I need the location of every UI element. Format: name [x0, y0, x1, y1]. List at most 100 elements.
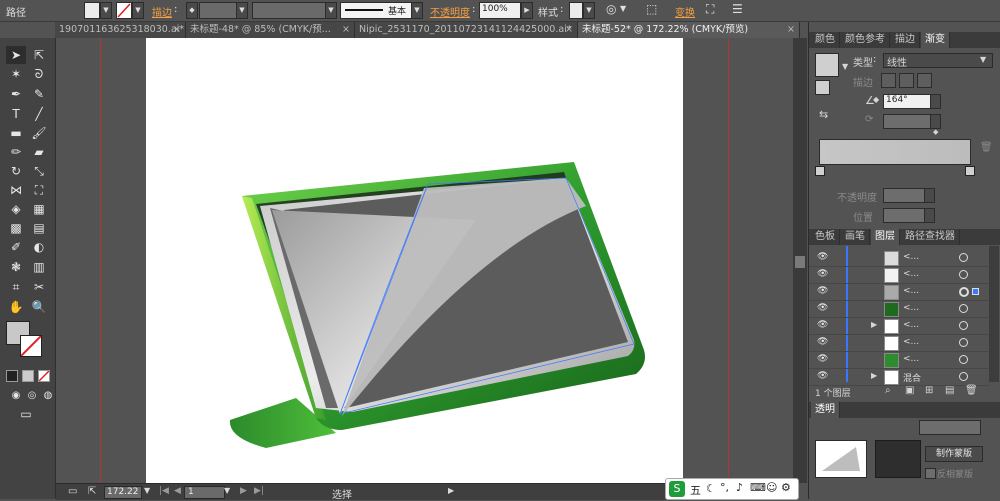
stroke-label[interactable]: 描边 — [152, 4, 172, 19]
stroke-dropdown[interactable]: ▼ — [132, 2, 144, 19]
stroke-along-icon[interactable] — [899, 73, 914, 88]
stop-location-dropdown[interactable] — [924, 208, 935, 223]
eraser-tool-icon[interactable]: ▰ — [29, 143, 49, 161]
stroke-within-icon[interactable] — [881, 73, 896, 88]
last-artboard-icon[interactable]: ▶| — [254, 486, 264, 496]
zoom-dropdown-icon[interactable]: ▼ — [144, 486, 150, 495]
angle-field[interactable]: 164° — [883, 94, 931, 109]
tab-document-1[interactable]: 190701163625318030.ai* × — [55, 22, 186, 38]
line-tool-icon[interactable]: ╱ — [29, 105, 49, 123]
angle-dropdown[interactable] — [930, 94, 941, 109]
rectangle-tool-icon[interactable]: ▬ — [6, 124, 26, 142]
visibility-eye-icon[interactable]: 👁 — [817, 252, 828, 262]
tab-document-2[interactable]: 未标题-48* @ 85% (CMYK/预... × — [186, 22, 355, 38]
expand-triangle-icon[interactable]: ▶ — [871, 371, 877, 380]
visibility-eye-icon[interactable]: 👁 — [817, 320, 828, 330]
target-circle-icon[interactable] — [959, 287, 969, 297]
tab-brushes[interactable]: 画笔 — [841, 229, 870, 245]
status-menu-icon[interactable]: ▶ — [448, 486, 454, 495]
close-icon[interactable]: × — [787, 22, 795, 38]
opacity-dropdown[interactable]: ▶ — [521, 2, 533, 19]
angle-stepper-icon[interactable]: ◆ — [873, 95, 879, 104]
visibility-eye-icon[interactable]: 👁 — [817, 337, 828, 347]
visibility-eye-icon[interactable]: 👁 — [817, 354, 828, 364]
layer-row[interactable]: 👁 ▶ <... — [809, 318, 989, 335]
curvature-tool-icon[interactable]: ✎ — [29, 85, 49, 103]
zoom-tool-icon[interactable]: 🔍 — [29, 298, 49, 316]
gradient-stop-left[interactable] — [815, 166, 825, 176]
opacity-label[interactable]: 不透明度 — [430, 4, 470, 19]
shape-builder-tool-icon[interactable]: ◈ — [6, 200, 26, 218]
tab-stroke[interactable]: 描边 — [891, 32, 920, 48]
type-tool-icon[interactable]: T — [6, 105, 26, 123]
layer-row[interactable]: 👁 ▶ 混合 — [809, 369, 989, 386]
transform-label[interactable]: 变换 — [675, 4, 695, 19]
ime-keyboard-icon[interactable]: ⌨ — [750, 481, 766, 494]
target-circle-icon[interactable] — [959, 270, 968, 279]
free-transform-tool-icon[interactable]: ⛶ — [29, 181, 49, 199]
target-circle-icon[interactable] — [959, 338, 968, 347]
tab-color-guide[interactable]: 颜色参考 — [841, 32, 890, 48]
lasso-tool-icon[interactable]: ᘐ — [29, 65, 49, 83]
tab-gradient[interactable]: 渐变 — [921, 32, 950, 48]
ime-moon-icon[interactable]: ☾ — [706, 482, 716, 495]
paintbrush-tool-icon[interactable]: 🖌 — [29, 124, 49, 142]
artboard-tool-icon[interactable]: ⌗ — [6, 278, 26, 296]
eyedropper-tool-icon[interactable]: ✐ — [6, 238, 26, 256]
document-info-icon[interactable]: ▭ — [68, 486, 77, 497]
ime-tools-icon[interactable]: ⚙ — [781, 481, 791, 494]
panel-menu-icon[interactable]: ☰ — [732, 2, 743, 16]
visibility-eye-icon[interactable]: 👁 — [817, 286, 828, 296]
selection-indicator[interactable] — [972, 288, 979, 295]
recolor-artwork-icon[interactable]: ◎ — [606, 2, 616, 16]
vertical-scrollbar[interactable] — [793, 38, 807, 483]
target-circle-icon[interactable] — [959, 304, 968, 313]
none-mode-icon[interactable] — [38, 370, 50, 382]
pencil-tool-icon[interactable]: ✏ — [6, 143, 26, 161]
tab-transparency[interactable]: 透明 — [811, 402, 840, 418]
midpoint-diamond-icon[interactable]: ◆ — [933, 128, 938, 136]
artboard[interactable] — [146, 38, 683, 483]
target-circle-icon[interactable] — [959, 372, 968, 381]
stop-location-field[interactable] — [883, 208, 925, 223]
opacity-field[interactable]: 100% — [479, 2, 521, 19]
gradient-preview-swatch[interactable] — [815, 53, 839, 77]
invert-mask-checkbox[interactable] — [925, 468, 936, 479]
transparency-opacity-field[interactable] — [919, 420, 981, 435]
first-artboard-icon[interactable]: |◀ — [159, 486, 169, 496]
scale-tool-icon[interactable]: ⤡ — [29, 162, 49, 180]
visibility-eye-icon[interactable]: 👁 — [817, 371, 828, 381]
delete-stop-icon[interactable]: 🗑 — [980, 142, 993, 153]
visibility-eye-icon[interactable]: 👁 — [817, 269, 828, 279]
variable-width-profile[interactable] — [252, 2, 326, 19]
tab-swatches[interactable]: 色板 — [811, 229, 840, 245]
gradient-stop-right[interactable] — [965, 166, 975, 176]
expand-triangle-icon[interactable]: ▶ — [871, 320, 877, 329]
gradient-tool-icon[interactable]: ▤ — [29, 219, 49, 237]
blend-tool-icon[interactable]: ◐ — [29, 238, 49, 256]
graphic-style-swatch[interactable] — [569, 2, 583, 19]
direct-selection-tool-icon[interactable]: ⇱ — [29, 46, 49, 64]
stop-opacity-field[interactable] — [883, 188, 925, 203]
tab-color[interactable]: 颜色 — [811, 32, 840, 48]
delete-layer-icon[interactable]: 🗑 — [965, 385, 978, 396]
brush-definition-field[interactable]: 基本 — [340, 2, 412, 19]
brush-definition-dropdown[interactable]: ▼ — [411, 2, 423, 19]
locate-object-icon[interactable]: ⌕ — [885, 385, 891, 396]
next-artboard-icon[interactable]: ▶ — [240, 486, 247, 496]
selection-tool-icon[interactable]: ➤ — [6, 46, 26, 64]
mask-thumbnail[interactable] — [875, 440, 921, 478]
layer-row[interactable]: 👁 <... — [809, 284, 989, 301]
visibility-eye-icon[interactable]: 👁 — [817, 303, 828, 313]
gradient-type-select[interactable]: 线性 ▼ — [883, 53, 993, 69]
scrollbar-thumb[interactable] — [795, 256, 805, 268]
ime-skin-icon[interactable]: ☺ — [766, 481, 777, 494]
target-circle-icon[interactable] — [959, 355, 968, 364]
ime-mic-icon[interactable]: ♪ — [736, 481, 743, 494]
width-tool-icon[interactable]: ⋈ — [6, 181, 26, 199]
reverse-gradient-icon[interactable]: ⇆ — [819, 108, 828, 121]
symbol-sprayer-tool-icon[interactable]: ❃ — [6, 258, 26, 276]
close-icon[interactable]: × — [173, 22, 181, 38]
fill-dropdown[interactable]: ▼ — [100, 2, 112, 19]
tab-layers[interactable]: 图层 — [871, 229, 900, 245]
